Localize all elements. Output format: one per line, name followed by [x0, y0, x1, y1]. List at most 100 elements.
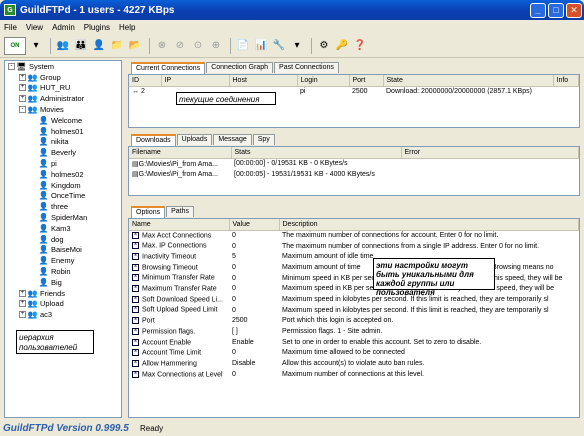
col-error[interactable]: Error [401, 147, 579, 159]
tree-node[interactable]: 👤 Beverly [5, 147, 121, 158]
col-login[interactable]: Login [297, 75, 350, 87]
table-row[interactable]: × Allow Hammering Disable Allow this accoun… [129, 358, 579, 369]
option-checkbox[interactable]: × [132, 327, 139, 335]
menu-view[interactable]: View [26, 23, 43, 32]
menu-plugins[interactable]: Plugins [84, 23, 110, 32]
dropdown-arrow-icon[interactable]: ▾ [28, 38, 44, 54]
option-checkbox[interactable]: × [132, 306, 139, 314]
tab-message[interactable]: Message [213, 134, 252, 145]
col-port[interactable]: Port [349, 75, 384, 87]
expand-icon[interactable]: + [19, 300, 26, 308]
collapse-icon[interactable]: - [8, 62, 15, 70]
key-icon[interactable]: 🔑 [334, 38, 350, 54]
close-button[interactable]: ✕ [566, 2, 582, 18]
tree-node[interactable]: 👤 Kingdom [5, 180, 121, 191]
cell-value[interactable]: 0 [229, 305, 279, 316]
ban-icon[interactable]: ⊘ [172, 38, 188, 54]
tree-node[interactable]: + 👥 Friends [5, 288, 121, 299]
tree-node[interactable]: 👤 Kam3 [5, 223, 121, 234]
settings-icon[interactable]: ⚙ [316, 38, 332, 54]
col-filename[interactable]: Filename [129, 147, 232, 159]
tree-node[interactable]: 👤 BaiseMoi [5, 245, 121, 256]
option-checkbox[interactable]: × [132, 359, 139, 367]
users-icon[interactable]: 👥 [55, 38, 71, 54]
tab-past-connections[interactable]: Past Connections [274, 62, 339, 73]
user-tree[interactable]: - 🖥 System + 👥 Group + 👥 HUT_RU + 👥 Administrator - 👥… [4, 60, 122, 418]
tree-node[interactable]: + 👥 Administrator [5, 93, 121, 104]
kick-icon[interactable]: ⊗ [154, 38, 170, 54]
expand-icon[interactable]: + [19, 289, 26, 297]
cell-value[interactable]: [ ] [229, 326, 279, 337]
plugin-dropdown-icon[interactable]: ▾ [289, 38, 305, 54]
cell-value[interactable]: 5 [229, 251, 279, 262]
option-checkbox[interactable]: × [132, 349, 139, 357]
table-row[interactable]: × Port 2500 Port which this login is accept… [129, 316, 579, 327]
table-row[interactable]: × Max Connections at Level 0 Maximum number… [129, 369, 579, 380]
tree-node[interactable]: - 🖥 System [5, 61, 121, 72]
help-icon[interactable]: ❓ [352, 38, 368, 54]
menu-help[interactable]: Help [119, 23, 135, 32]
tree-node[interactable]: + 👥 Group [5, 72, 121, 83]
table-row[interactable]: ▤G:\Movies\Pi_from Ama... [00:00:00] - 0… [129, 158, 579, 169]
tree-node[interactable]: 👤 Robin [5, 266, 121, 277]
server-toggle-button[interactable]: ON [4, 36, 26, 55]
minimize-button[interactable]: _ [530, 2, 546, 18]
option-checkbox[interactable]: × [132, 253, 139, 261]
tree-node[interactable]: 👤 dog [5, 234, 121, 245]
menu-admin[interactable]: Admin [52, 23, 75, 32]
tree-node[interactable]: 👤 SpiderMan [5, 212, 121, 223]
tree-node[interactable]: 👤 holmes01 [5, 126, 121, 137]
table-row[interactable]: × Maximum Transfer Rate 0 Maximum speed in … [129, 283, 579, 294]
option-checkbox[interactable]: × [132, 231, 139, 239]
tab-paths[interactable]: Paths [166, 206, 195, 217]
table-row[interactable]: × Soft Download Speed Li... 0 Maximum speed… [129, 294, 579, 305]
option-checkbox[interactable]: × [132, 274, 139, 282]
expand-icon[interactable]: + [19, 73, 26, 81]
cell-value[interactable]: 0 [229, 283, 279, 294]
tree-node[interactable]: + 👥 ac3 [5, 309, 121, 320]
table-row[interactable]: × Account Enable Enable Set to one in order… [129, 337, 579, 348]
cell-value[interactable]: 0 [229, 369, 279, 380]
cell-value[interactable]: 0 [229, 273, 279, 284]
plugin-icon[interactable]: 🔧 [271, 38, 287, 54]
option-checkbox[interactable]: × [132, 295, 139, 303]
cell-value[interactable]: 0 [229, 230, 279, 241]
group-icon[interactable]: 👪 [73, 38, 89, 54]
option-checkbox[interactable]: × [132, 370, 139, 378]
tree-node[interactable]: 👤 three [5, 201, 121, 212]
user-add-icon[interactable]: 👤 [91, 38, 107, 54]
tree-node[interactable]: 👤 nikita [5, 137, 121, 148]
option-checkbox[interactable]: × [132, 317, 139, 325]
tree-node[interactable]: 👤 holmes02 [5, 169, 121, 180]
tab-spy[interactable]: Spy [252, 134, 275, 145]
tab-current-connections[interactable]: Current Connections [131, 62, 206, 74]
tab-options[interactable]: Options [131, 206, 166, 218]
col-value[interactable]: Value [229, 219, 280, 231]
tab-uploads[interactable]: Uploads [176, 134, 213, 145]
cell-value[interactable]: 2500 [229, 316, 279, 327]
option-checkbox[interactable]: × [132, 338, 139, 346]
cell-value[interactable]: Enable [229, 337, 279, 348]
cell-value[interactable]: 0 [229, 348, 279, 359]
tree-node[interactable]: + 👥 HUT_RU [5, 83, 121, 94]
disconnect-icon[interactable]: ⊙ [190, 38, 206, 54]
table-row[interactable]: × Max Acct Connections 0 The maximum number… [129, 230, 579, 241]
expand-icon[interactable]: + [19, 84, 26, 92]
table-row[interactable]: × Max. IP Connections 0 The maximum number … [129, 241, 579, 252]
cell-value[interactable]: 0 [229, 241, 279, 252]
table-row[interactable]: × Account Time Limit 0 Maximum time allowed… [129, 348, 579, 359]
folder-add-icon[interactable]: 📂 [127, 38, 143, 54]
col-id[interactable]: ID [129, 75, 162, 87]
table-row[interactable]: × Permission flags. [ ] Permission flags. 1… [129, 326, 579, 337]
expand-icon[interactable]: + [19, 311, 26, 319]
option-checkbox[interactable]: × [132, 263, 139, 271]
tab-downloads[interactable]: Downloads [131, 134, 176, 146]
tree-node[interactable]: 👤 Welcome [5, 115, 121, 126]
col-name[interactable]: Name [129, 219, 230, 231]
option-checkbox[interactable]: × [132, 285, 139, 293]
tree-node[interactable]: 👤 pi [5, 158, 121, 169]
tree-node[interactable]: - 👥 Movies [5, 104, 121, 115]
col-ip[interactable]: IP [161, 75, 230, 87]
menu-file[interactable]: File [4, 23, 17, 32]
table-row[interactable]: × Inactivity Timeout 5 Maximum amount of id… [129, 251, 579, 262]
